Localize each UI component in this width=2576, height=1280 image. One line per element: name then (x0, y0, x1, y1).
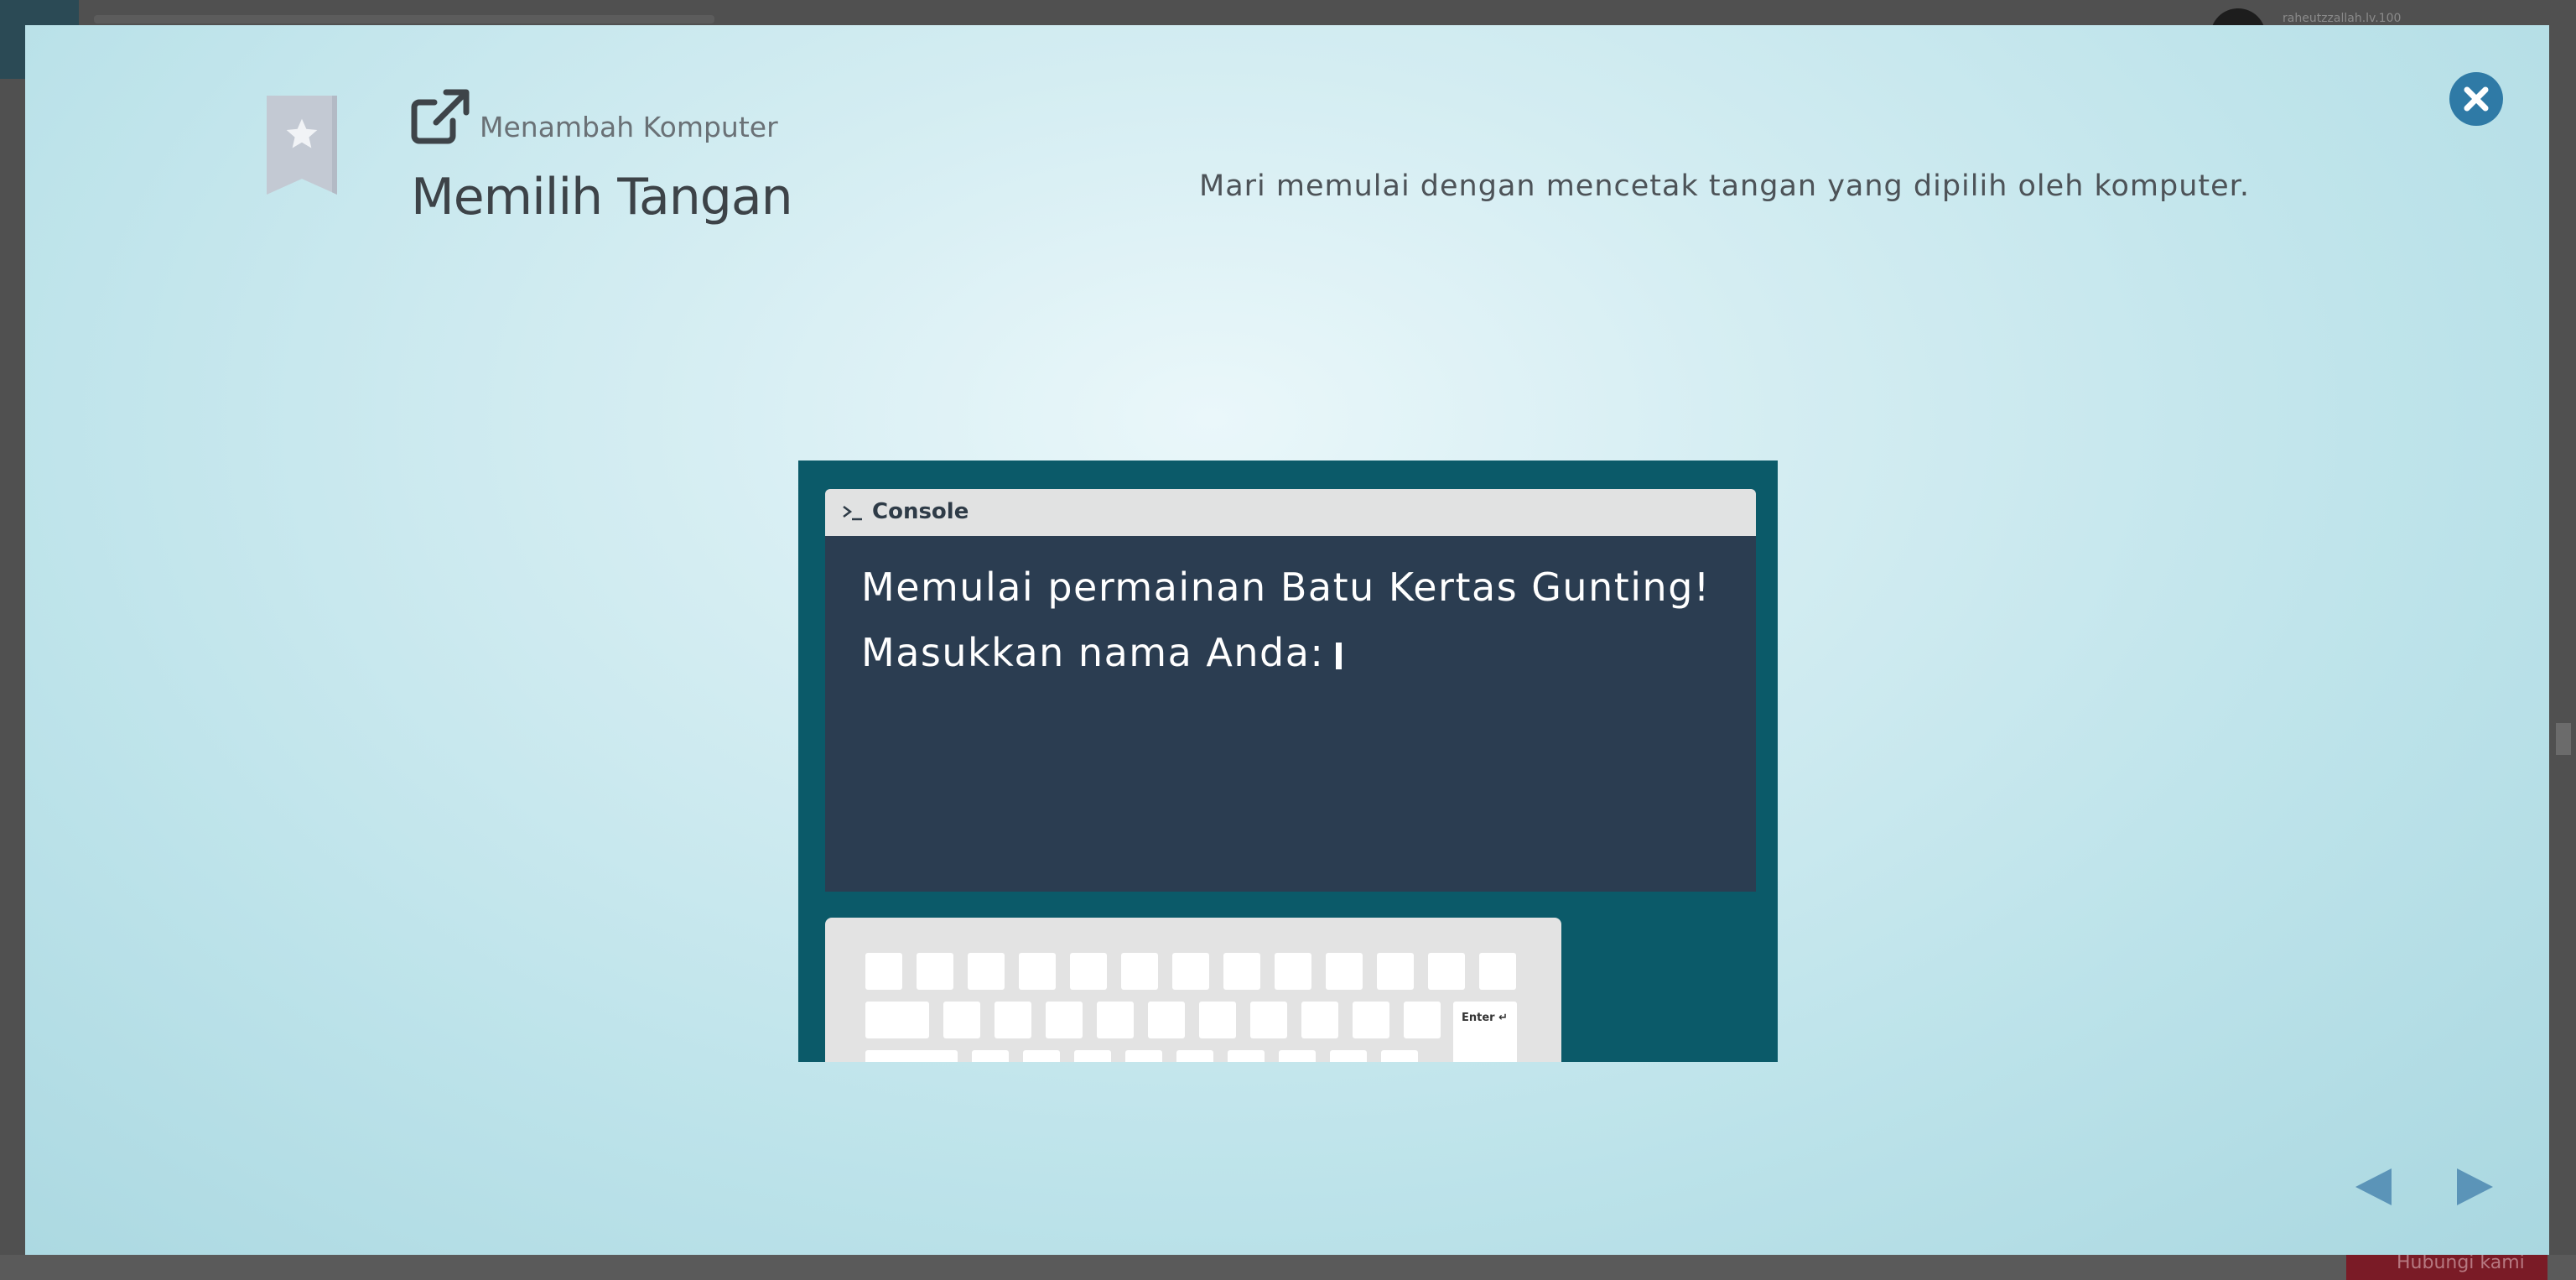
key (1404, 1002, 1441, 1038)
key (865, 953, 902, 990)
key (1301, 1002, 1338, 1038)
text-cursor (1336, 643, 1343, 669)
key (1097, 1002, 1134, 1038)
close-button[interactable] (2449, 72, 2503, 126)
enter-key: Enter ↵ (1453, 1002, 1517, 1062)
key (1125, 1050, 1162, 1062)
console-output-line: Memulai permainan Batu Kertas Gunting! (861, 565, 1711, 610)
console-window: Console Memulai permainan Batu Kertas Gu… (825, 489, 1756, 892)
terminal-prompt-icon (843, 506, 862, 521)
close-icon (2464, 86, 2489, 112)
page-title: Memilih Tangan (411, 168, 793, 226)
key (1275, 953, 1311, 990)
key (1381, 1050, 1418, 1062)
keyboard-graphic: Enter ↵ (825, 918, 1561, 1062)
key (1023, 1050, 1060, 1062)
key (1377, 953, 1414, 990)
bottom-bar (0, 1255, 2576, 1280)
scrollbar-thumb (2556, 723, 2571, 755)
key (1172, 953, 1209, 990)
key (1428, 953, 1465, 990)
key (943, 1002, 980, 1038)
next-arrow-icon (2457, 1168, 2493, 1205)
previous-button[interactable] (2353, 1166, 2395, 1208)
prev-arrow-icon (2355, 1168, 2392, 1205)
key (1121, 953, 1158, 990)
key (995, 1002, 1031, 1038)
key (1070, 953, 1107, 990)
console-titlebar: Console (825, 489, 1756, 536)
console-title: Console (872, 499, 969, 524)
key (1228, 1050, 1265, 1062)
key (972, 1050, 1009, 1062)
key (1046, 1002, 1083, 1038)
search-bar (94, 15, 714, 23)
breadcrumb: Menambah Komputer (480, 111, 778, 143)
key (1074, 1050, 1111, 1062)
star-icon (286, 118, 318, 148)
bookmark-star-icon[interactable] (267, 96, 337, 195)
console-prompt-text: Masukkan nama Anda: (861, 630, 1325, 675)
key (865, 1050, 958, 1062)
key (1279, 1050, 1316, 1062)
key (1223, 953, 1260, 990)
key (1330, 1050, 1367, 1062)
enter-key-label: Enter ↵ (1462, 1012, 1508, 1024)
instruction-text: Mari memulai dengan mencetak tangan yang… (1199, 169, 2250, 203)
console-illustration: Console Memulai permainan Batu Kertas Gu… (798, 460, 1778, 1062)
key (1199, 1002, 1236, 1038)
key (968, 953, 1005, 990)
key (917, 953, 953, 990)
console-input-line: Masukkan nama Anda: (861, 630, 1343, 675)
external-link-icon (411, 89, 470, 144)
key (1019, 953, 1056, 990)
lesson-modal: Menambah Komputer Memilih Tangan Mari me… (25, 25, 2549, 1255)
key (865, 1002, 929, 1038)
next-button[interactable] (2454, 1166, 2496, 1208)
key (1326, 953, 1363, 990)
key (1353, 1002, 1389, 1038)
key (1250, 1002, 1287, 1038)
key (1148, 1002, 1185, 1038)
username: raheutzzallah.lv.100 (2283, 12, 2402, 25)
key (1176, 1050, 1213, 1062)
key (1479, 953, 1516, 990)
